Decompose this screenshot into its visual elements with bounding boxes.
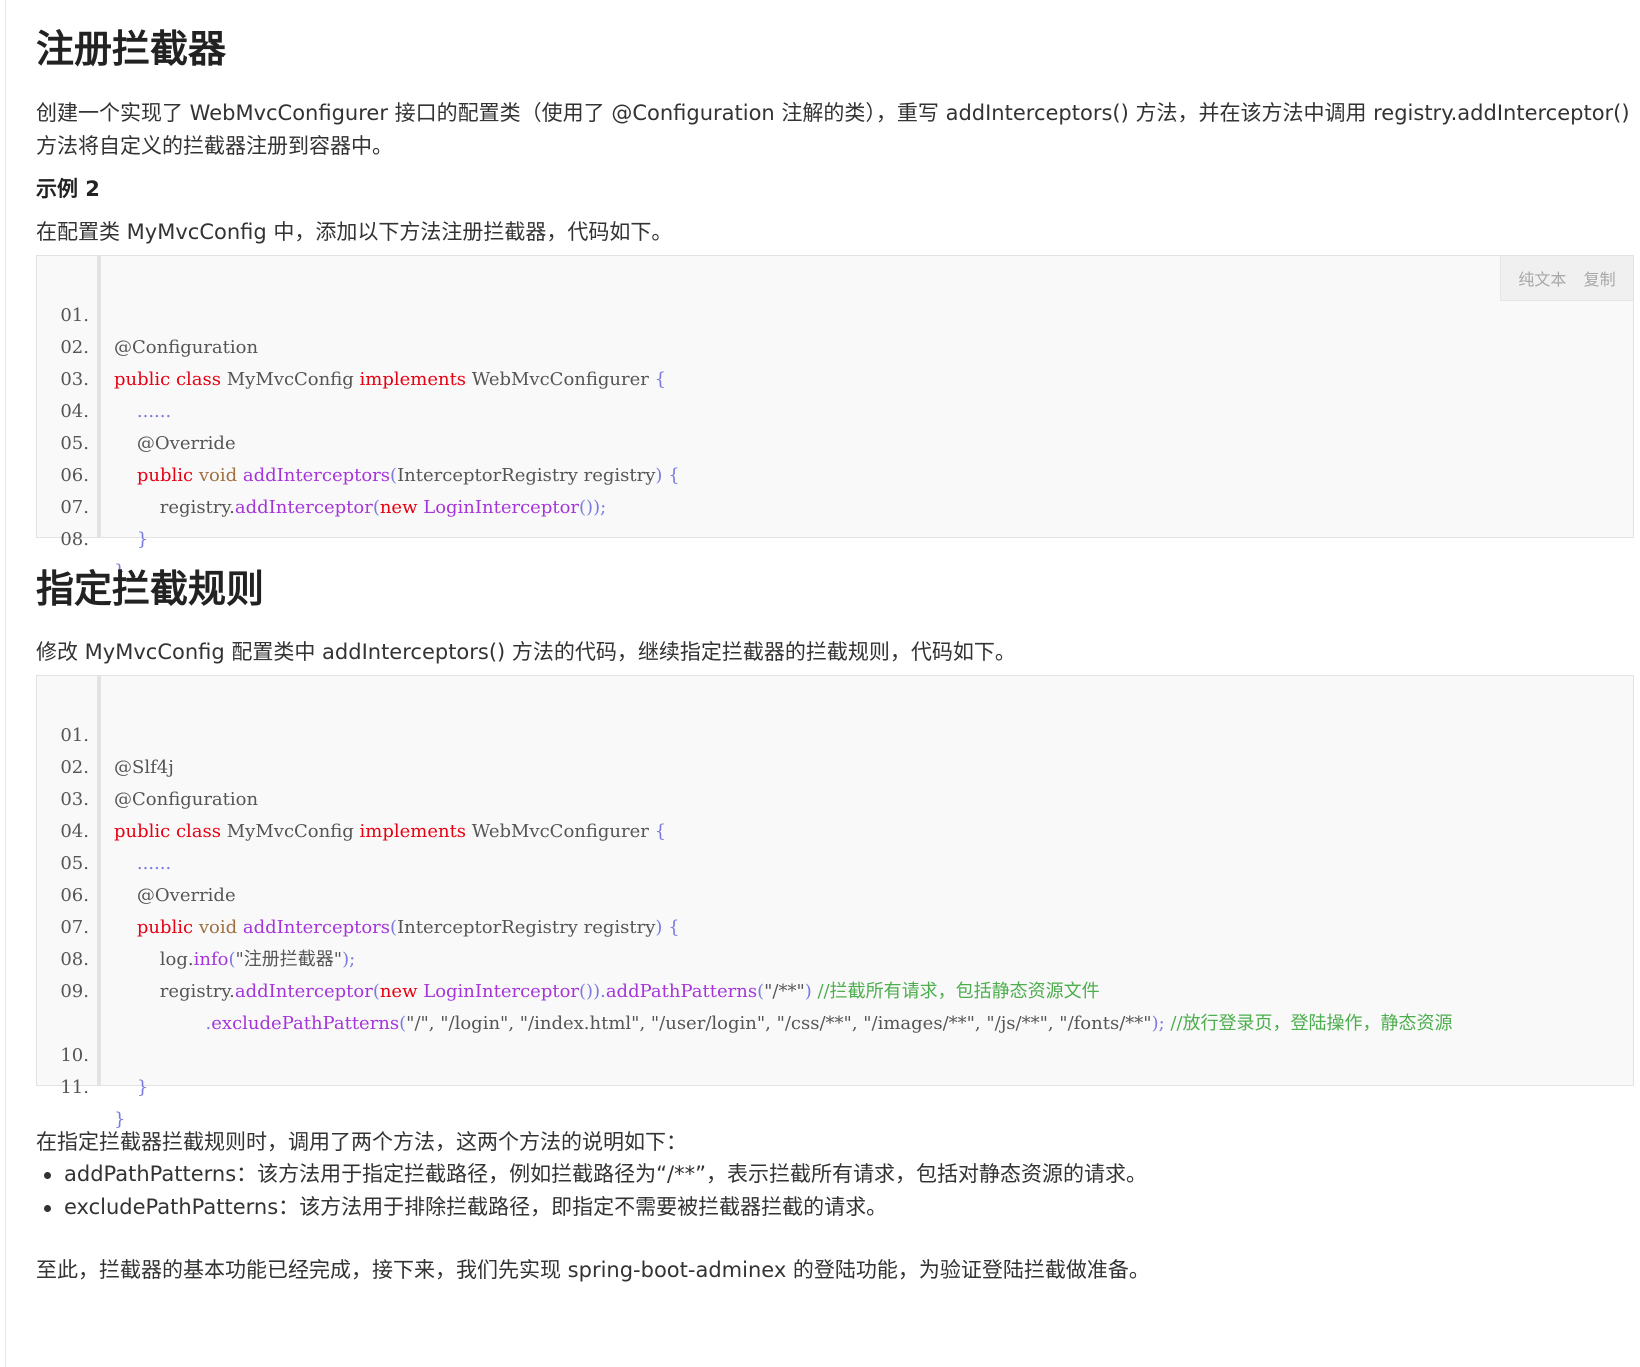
code-line: 02. @Configuration [37,720,1633,810]
line-number: 09. [60,981,89,1002]
code-line: 06. public void addInterceptors(Intercep… [37,848,1633,938]
code-line: 07. log.info("注册拦截器"); [37,880,1633,970]
code-line: 03. ...... [37,332,1633,422]
code-line: 07. } [37,460,1633,550]
code-line: 04. ...... [37,784,1633,874]
code-block-rules: 01. @Slf4j 02. @Configuration 03. public… [36,675,1634,1130]
code-block-register: 纯文本 复制 01. @Configuration 02. public cla… [36,255,1634,582]
section-heading-register: 注册拦截器 [36,27,227,71]
code-line: 01. @Configuration [37,268,1633,358]
code-line: 05. @Override [37,816,1633,906]
list-item: addPathPatterns：该方法用于指定拦截路径，例如拦截路径为“/**”… [36,1158,1147,1191]
list-item: excludePathPatterns：该方法用于排除拦截路径，即指定不需要被拦… [36,1191,1147,1224]
code-line: 08. registry.addInterceptor(new LoginInt… [37,912,1633,1002]
section-intro-rules: 修改 MyMvcConfig 配置类中 addInterceptors() 方法… [36,640,1016,664]
example-label: 示例 2 [36,177,100,201]
code-line: 09. .excludePathPatterns("/", "/login", … [37,944,1633,1034]
code-line: 05. public void addInterceptors(Intercep… [37,396,1633,486]
example-description: 在配置类 MyMvcConfig 中，添加以下方法注册拦截器，代码如下。 [36,220,673,244]
line-number: 08. [60,529,89,550]
closing-paragraph: 至此，拦截器的基本功能已经完成，接下来，我们先实现 spring-boot-ad… [36,1258,1150,1282]
page-left-border [5,0,6,1367]
section-intro-register: 创建一个实现了 WebMvcConfigurer 接口的配置类（使用了 @Con… [36,101,1630,158]
code-line: 02. public class MyMvcConfig implements … [37,300,1633,390]
section-heading-rules: 指定拦截规则 [36,567,265,611]
code-line: 04. @Override [37,364,1633,454]
methods-list: addPathPatterns：该方法用于指定拦截路径，例如拦截路径为“/**”… [36,1158,1147,1224]
methods-lead: 在指定拦截器拦截规则时，调用了两个方法，这两个方法的说明如下： [36,1130,687,1154]
code-line: 01. @Slf4j [37,688,1633,778]
code-line: 08. } [37,492,1633,582]
code-line: 06. registry.addInterceptor(new LoginInt… [37,428,1633,518]
code-line: 03. public class MyMvcConfig implements … [37,752,1633,842]
code-line: 10. } [37,1008,1633,1098]
line-number: 11. [60,1077,89,1098]
code-line: 11. } [37,1040,1633,1130]
